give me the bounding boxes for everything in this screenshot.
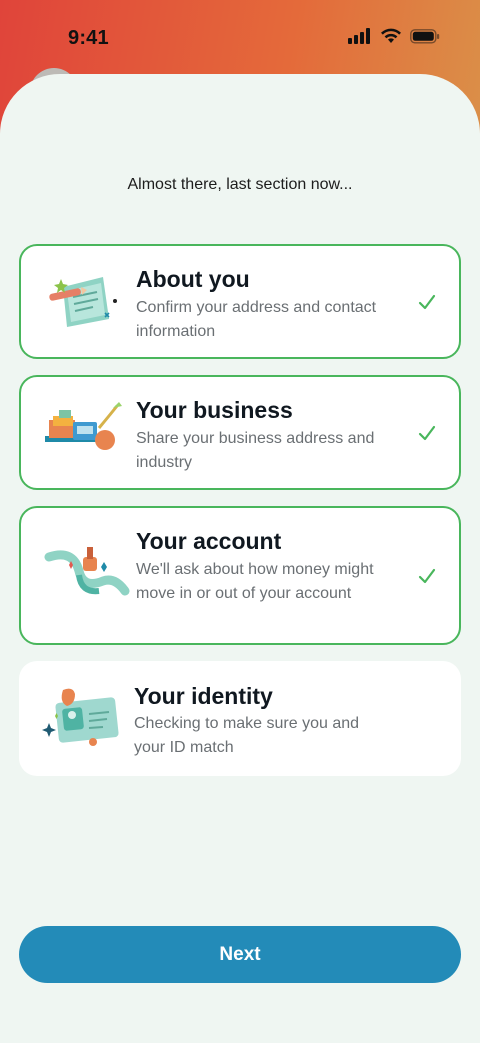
section-title: Your account <box>136 528 282 554</box>
section-description: Share your business address and industry <box>136 430 375 471</box>
section-description: We'll ask about how money might move in … <box>136 561 374 602</box>
section-title: About you <box>136 266 250 292</box>
section-card-about-you[interactable]: About you Confirm your address and conta… <box>19 244 461 359</box>
checkmark-icon <box>418 568 436 583</box>
battery-icon <box>410 28 440 44</box>
id-card-icon <box>42 688 119 746</box>
section-description: Checking to make sure you and your ID ma… <box>134 715 360 756</box>
business-desk-icon <box>45 401 122 450</box>
section-title: Your identity <box>134 683 273 709</box>
cellular-signal-icon <box>348 28 370 44</box>
wifi-icon <box>381 28 401 43</box>
checkmark-icon <box>418 425 436 440</box>
section-card-your-account[interactable]: Your account We'll ask about how money m… <box>19 506 461 645</box>
status-bar: 9:41 <box>0 0 480 78</box>
section-description: Confirm your address and contact informa… <box>136 299 377 340</box>
section-card-your-business[interactable]: Your business Share your business addres… <box>19 375 461 490</box>
ribbon-cup-icon <box>44 546 130 595</box>
section-title: Your business <box>136 397 293 423</box>
next-button[interactable]: Next <box>19 926 461 983</box>
document-pencil-icon <box>49 276 117 327</box>
section-card-your-identity[interactable]: Your identity Checking to make sure you … <box>19 661 461 776</box>
checkmark-icon <box>418 294 436 309</box>
status-time: 9:41 <box>68 27 109 49</box>
progress-subtitle: Almost there, last section now... <box>127 176 353 193</box>
status-icons <box>348 28 440 44</box>
